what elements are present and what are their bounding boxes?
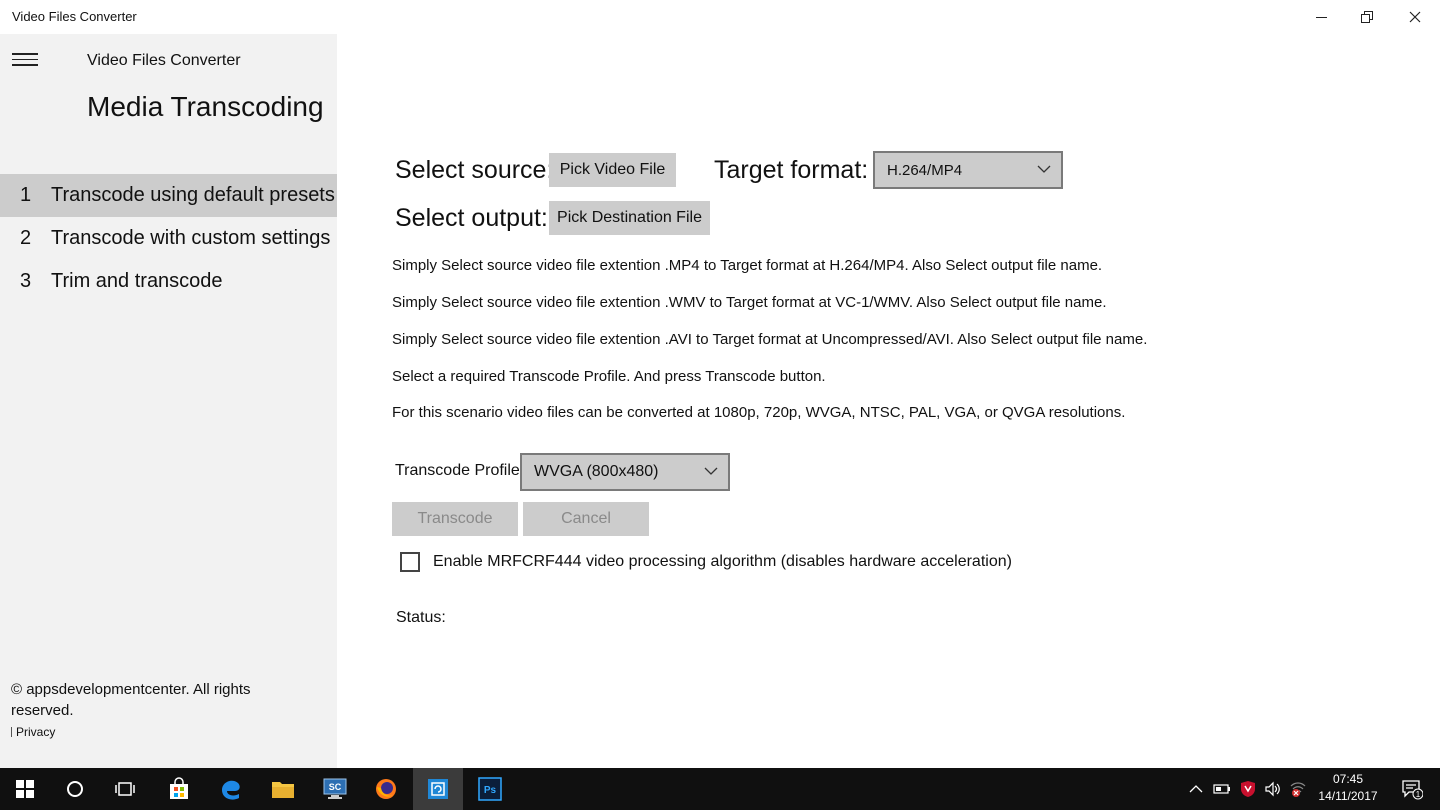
mrfcrf444-checkbox-label: Enable MRFCRF444 video processing algori…: [433, 553, 1012, 570]
photoshop-icon: Ps: [478, 777, 502, 801]
nav-item-trim-transcode[interactable]: 3 Trim and transcode: [0, 260, 337, 303]
cortana-circle-icon: [67, 781, 83, 797]
target-format-label: Target format:: [714, 156, 869, 184]
sidebar: Video Files Converter Media Transcoding …: [0, 34, 337, 768]
network-tray-icon[interactable]: [1286, 768, 1310, 810]
taskbar-edge[interactable]: [206, 768, 256, 810]
target-format-dropdown[interactable]: H.264/MP4: [873, 151, 1063, 189]
edge-icon: [222, 780, 240, 800]
taskbar-firefox[interactable]: [361, 768, 411, 810]
taskbar-clock[interactable]: 07:45 14/11/2017: [1310, 771, 1386, 805]
scenario-list: 1 Transcode using default presets 2 Tran…: [0, 174, 337, 303]
clock-date: 14/11/2017: [1318, 789, 1378, 803]
firefox-icon: [376, 779, 396, 799]
windows-logo-icon: [16, 780, 34, 798]
minimize-icon: [1315, 16, 1327, 18]
nav-item-number: 3: [20, 270, 32, 292]
sidebar-app-name: Video Files Converter: [87, 52, 241, 69]
battery-tray-icon[interactable]: [1210, 768, 1234, 810]
select-output-label: Select output:: [395, 204, 548, 232]
nav-item-label: Transcode using default presets: [51, 184, 335, 206]
instruction-text: Simply Select source video file extentio…: [392, 294, 1107, 311]
chevron-down-icon: [704, 467, 718, 475]
svg-text:SC: SC: [329, 782, 342, 792]
taskbar-store[interactable]: [154, 768, 204, 810]
antivirus-tray-icon[interactable]: [1236, 768, 1260, 810]
search-button[interactable]: [50, 768, 100, 810]
restore-icon: [1361, 11, 1373, 23]
show-hidden-icons-button[interactable]: [1184, 768, 1208, 810]
nav-item-default-presets[interactable]: 1 Transcode using default presets: [0, 174, 337, 217]
svg-text:Ps: Ps: [484, 785, 497, 796]
chevron-up-icon: [1189, 785, 1203, 793]
sc-monitor-icon: SC: [323, 778, 347, 799]
task-view-button[interactable]: [100, 768, 150, 810]
taskbar-file-explorer[interactable]: [258, 768, 308, 810]
privacy-link-wrapper: Privacy: [11, 725, 55, 739]
video-converter-app-icon: [428, 779, 448, 799]
nav-item-label: Transcode with custom settings: [51, 227, 331, 249]
battery-icon: [1213, 784, 1230, 794]
close-icon: [1409, 11, 1421, 23]
folder-icon: [272, 782, 294, 798]
volume-tray-icon[interactable]: [1261, 768, 1285, 810]
target-format-value: H.264/MP4: [887, 161, 963, 179]
pick-destination-file-button[interactable]: Pick Destination File: [549, 201, 710, 235]
nav-item-custom-settings[interactable]: 2 Transcode with custom settings: [0, 217, 337, 260]
privacy-link[interactable]: Privacy: [16, 725, 55, 739]
copyright-text: © appsdevelopmentcenter. All rights rese…: [11, 681, 251, 719]
instruction-text: Select a required Transcode Profile. And…: [392, 368, 826, 385]
separator: [11, 727, 12, 737]
transcode-profile-value: WVGA (800x480): [534, 463, 659, 480]
shield-icon: [1241, 781, 1255, 797]
nav-item-number: 1: [20, 184, 32, 206]
window-title: Video Files Converter: [12, 9, 137, 24]
chevron-down-icon: [1037, 165, 1051, 173]
minimize-button[interactable]: [1298, 0, 1344, 34]
taskbar: SC Ps 07:45 14/11/2017 1: [0, 768, 1440, 810]
instruction-text: For this scenario video files can be con…: [392, 404, 1126, 421]
action-center-button[interactable]: 1: [1392, 768, 1432, 810]
hamburger-menu-icon[interactable]: [12, 53, 38, 67]
taskbar-photoshop[interactable]: Ps: [465, 768, 515, 810]
instruction-text: Simply Select source video file extentio…: [392, 257, 1103, 274]
transcode-profile-label: Transcode Profile: [395, 462, 520, 479]
notification-icon: 1: [1402, 780, 1423, 800]
nav-item-label: Trim and transcode: [51, 270, 223, 292]
start-button[interactable]: [0, 768, 50, 810]
status-label: Status:: [396, 609, 446, 626]
instruction-text: Simply Select source video file extentio…: [392, 331, 1148, 348]
main-content: Select source: Pick Video File Target fo…: [337, 34, 1440, 768]
nav-item-number: 2: [20, 227, 32, 249]
taskbar-video-converter[interactable]: [413, 768, 463, 810]
transcode-profile-dropdown[interactable]: WVGA (800x480): [520, 453, 730, 491]
pick-video-file-button[interactable]: Pick Video File: [549, 153, 676, 187]
mrfcrf444-checkbox[interactable]: [400, 552, 420, 572]
taskbar-sc-app[interactable]: SC: [310, 768, 360, 810]
close-button[interactable]: [1392, 0, 1438, 34]
wifi-disconnected-icon: [1290, 782, 1306, 797]
speaker-icon: [1265, 781, 1280, 797]
title-bar: Video Files Converter: [0, 0, 1440, 34]
restore-button[interactable]: [1344, 0, 1390, 34]
clock-time: 07:45: [1332, 772, 1364, 786]
notification-count: 1: [1416, 790, 1421, 799]
cancel-button[interactable]: Cancel: [523, 502, 649, 536]
task-view-icon: [115, 782, 135, 796]
store-bag-icon: [170, 777, 188, 799]
sidebar-heading: Media Transcoding: [87, 91, 324, 122]
transcode-button[interactable]: Transcode: [392, 502, 518, 536]
select-source-label: Select source:: [395, 156, 554, 184]
